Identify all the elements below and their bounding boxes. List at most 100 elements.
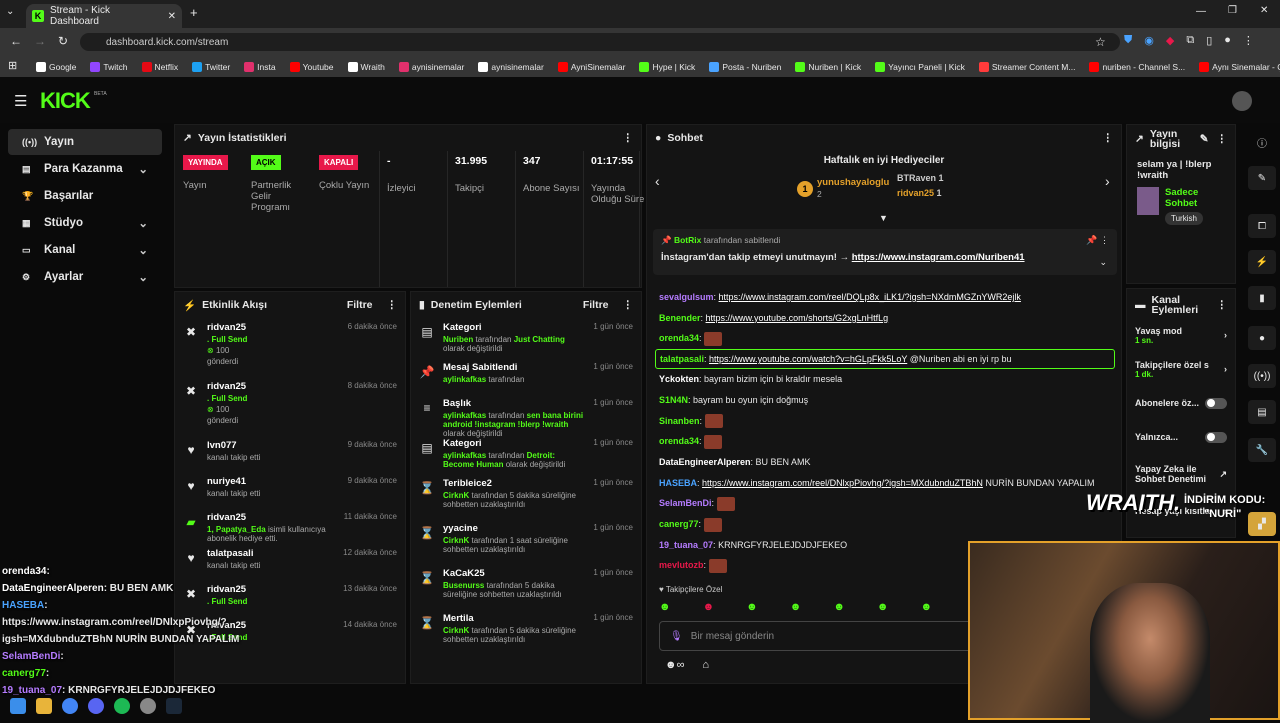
chevron-right-icon[interactable]: › (1224, 330, 1227, 340)
gifter-item[interactable]: ridvan25 1 (897, 188, 942, 198)
chat-username[interactable]: DataEngineerAlperen (659, 457, 751, 467)
external-link-icon[interactable]: ↗ (1219, 469, 1227, 480)
chevron-down-icon[interactable]: ⌄ (138, 270, 148, 284)
bookmark-item[interactable]: Twitter (192, 61, 230, 72)
bookmark-item[interactable]: Google (36, 61, 76, 72)
gifters-prev-icon[interactable]: ‹ (655, 173, 660, 189)
bookmark-item[interactable]: Hype | Kick (639, 61, 695, 72)
moderation-actor[interactable]: aylinkafkas (443, 375, 486, 384)
activity-user[interactable]: talatpasali (207, 548, 253, 559)
chat-username[interactable]: orenda34 (659, 333, 699, 343)
extension-globe-icon[interactable]: ◉ (1144, 34, 1154, 47)
chat-link[interactable]: https://www.instagram.com/reel/DQLp8x_iL… (719, 292, 1021, 302)
bookmark-item[interactable]: Aynı Sinemalar - Ça... (1199, 61, 1280, 72)
chevron-down-icon[interactable]: ⌄ (138, 243, 148, 257)
emote-icon[interactable]: ☻ (703, 601, 715, 613)
browser-menu-icon[interactable]: ⋮ (1243, 34, 1254, 47)
toggle-switch[interactable] (1205, 397, 1227, 409)
bookmark-item[interactable]: Netflix (141, 61, 178, 72)
start-icon[interactable] (10, 698, 26, 714)
pinned-link[interactable]: https://www.instagram.com/Nuriben41 (852, 252, 1025, 263)
user-avatar[interactable] (1232, 91, 1252, 111)
close-window-icon[interactable]: ✕ (1260, 5, 1268, 16)
obs-icon[interactable] (140, 698, 156, 714)
chat-username[interactable]: Sinanben (659, 416, 700, 426)
tab-list-icon[interactable]: ⌄ (6, 6, 14, 17)
store-icon[interactable]: ⌂ (702, 659, 709, 671)
emote-icon[interactable]: ☻ (920, 601, 932, 613)
moderation-actor[interactable]: CirknK (443, 626, 469, 635)
profile-avatar-icon[interactable]: ● (1224, 34, 1231, 47)
chat-username[interactable]: HASEBA (659, 478, 697, 488)
channel-action[interactable]: Yavaş mod 1 sn. › (1127, 321, 1235, 349)
channel-action[interactable]: Takipçilere özel s1 dk. › (1127, 355, 1235, 383)
chat-link[interactable]: https://www.youtube.com/watch?v=hGLpFkk5… (709, 354, 907, 364)
channel-action[interactable]: Yalnızca... (1127, 423, 1235, 451)
back-icon[interactable]: ← (10, 34, 22, 48)
chat-username[interactable]: sevalgulsum (659, 292, 714, 302)
sidebar-item[interactable]: ▦ Stüdyo ⌄ (8, 210, 162, 236)
extensions-puzzle-icon[interactable]: ⧉ (1186, 34, 1194, 47)
activity-menu-icon[interactable]: ⋮ (387, 299, 398, 311)
close-tab-icon[interactable]: ✕ (168, 11, 176, 22)
microphone-icon[interactable]: 🎙 (670, 631, 683, 642)
screen-icon[interactable]: ⧠ (1248, 214, 1276, 238)
panel-rail-icon[interactable]: ▤ (1248, 400, 1276, 424)
sidebar-toggle-icon[interactable]: ▯ (1206, 34, 1212, 47)
bookmark-item[interactable]: Twitch (90, 61, 128, 72)
clapper-icon[interactable]: ▞ (1248, 512, 1276, 536)
chat-username[interactable]: SelamBenDi (659, 498, 712, 508)
chat-link[interactable]: https://www.instagram.com/reel/DNlxpPiov… (702, 478, 983, 488)
channel-actions-menu-icon[interactable]: ⋮ (1217, 299, 1228, 311)
collapse-gifters-icon[interactable]: ▼ (879, 213, 888, 223)
bookmark-item[interactable]: Insta (244, 61, 276, 72)
sidebar-item[interactable]: ((•)) Yayın (8, 129, 162, 155)
chat-username[interactable]: S1N4N (659, 395, 688, 405)
bookmark-item[interactable]: Posta - Nuriben (709, 61, 781, 72)
moderation-actor[interactable]: CirknK (443, 491, 469, 500)
stream-category[interactable]: Sadece Sohbet (1165, 187, 1225, 209)
bookmark-item[interactable]: Streamer Content M... (978, 61, 1075, 72)
edit-icon[interactable]: ✎ (1200, 133, 1209, 145)
emote-icon[interactable]: ☻ (790, 601, 802, 613)
moderation-actor[interactable]: aylinkafkas (443, 451, 486, 460)
new-tab-icon[interactable]: + (190, 5, 198, 20)
sidebar-item[interactable]: 🏆 Başarılar (8, 183, 162, 209)
emote-icon[interactable]: ☻ (833, 601, 845, 613)
chat-rail-icon[interactable]: ● (1248, 326, 1276, 350)
category-thumbnail[interactable] (1137, 187, 1159, 215)
stream-tag[interactable]: Turkish (1165, 212, 1203, 225)
bookmark-item[interactable]: AyniSinemalar (557, 61, 625, 72)
gifter-first[interactable]: 1 yunushayaloglu 2 (797, 177, 889, 200)
activity-user[interactable]: ridvan25 (207, 322, 246, 333)
apps-grid-icon[interactable]: ⊞ (8, 59, 17, 72)
chat-username[interactable]: Yckokten (659, 374, 699, 384)
bookmark-item[interactable]: Nuriben | Kick (795, 61, 861, 72)
emote-picker-icon[interactable]: ☻∞ (665, 659, 684, 671)
doc-rail-icon[interactable]: ▮ (1248, 286, 1276, 310)
reload-icon[interactable]: ↻ (58, 34, 68, 48)
chat-username[interactable]: mevlutozb (659, 560, 704, 570)
expand-pinned-icon[interactable]: ⌄ (1099, 257, 1107, 268)
chat-menu-icon[interactable]: ⋮ (1103, 132, 1114, 144)
browser-tab[interactable]: K Stream - Kick Dashboard ✕ (26, 4, 182, 28)
extension-red-icon[interactable]: ◆ (1166, 34, 1174, 47)
chevron-right-icon[interactable]: › (1224, 364, 1227, 374)
moderation-actor[interactable]: Busenurss (443, 581, 484, 590)
chat-username[interactable]: canerg77 (659, 519, 699, 529)
sidebar-item[interactable]: ▤ Para Kazanma ⌄ (8, 156, 162, 182)
chat-username[interactable]: Benender (659, 313, 701, 323)
hamburger-menu-icon[interactable]: ☰ (14, 92, 27, 110)
broadcast-icon[interactable]: ((•)) (1248, 364, 1276, 388)
spotify-icon[interactable] (114, 698, 130, 714)
moderation-filter-button[interactable]: Filtre (583, 299, 609, 311)
stream-info-menu-icon[interactable]: ⋮ (1217, 133, 1228, 145)
bookmark-item[interactable]: aynisinemalar (398, 61, 464, 72)
wrench-icon[interactable]: 🔧 (1248, 438, 1276, 462)
moderation-menu-icon[interactable]: ⋮ (623, 299, 634, 311)
activity-user[interactable]: lvn077 (207, 440, 237, 451)
kick-logo[interactable]: KICK (40, 88, 91, 114)
lightning-rail-icon[interactable]: ⚡ (1248, 250, 1276, 274)
toggle-switch[interactable] (1205, 431, 1227, 443)
bookmark-item[interactable]: nuriben - Channel S... (1089, 61, 1185, 72)
